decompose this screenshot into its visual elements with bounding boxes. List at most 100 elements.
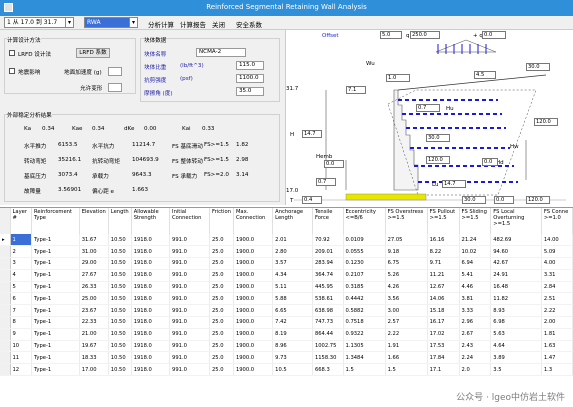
table-cell[interactable]: 1.3484 <box>343 351 386 365</box>
table-cell[interactable]: 1918.0 <box>131 328 171 341</box>
table-row[interactable]: 3 Type-1 29.00 10.50 1918.0 991.0 25.0 1900.0 3.… <box>0 257 573 270</box>
table-cell[interactable]: 25.0 <box>209 281 234 294</box>
table-row[interactable]: 7 Type-1 23.67 10.50 1918.0 991.0 25.0 1900.0 6.… <box>0 304 573 318</box>
table-cell[interactable]: 8.19 <box>272 328 313 341</box>
table-cell[interactable]: 2.43 <box>459 340 492 353</box>
table-cell[interactable]: 3.00 <box>385 304 428 318</box>
table-cell[interactable]: 2.51 <box>541 292 573 306</box>
ground-accel-input[interactable] <box>108 67 122 76</box>
table-row[interactable]: 8 Type-1 22.33 10.50 1918.0 991.0 25.0 1900.0 7.… <box>0 316 573 329</box>
table-cell[interactable]: 25.0 <box>209 245 234 259</box>
table-cell[interactable]: 2.0 <box>459 363 492 377</box>
hd2-input[interactable]: 14.7 <box>442 180 466 188</box>
table-cell[interactable]: 8.93 <box>490 304 542 318</box>
table-cell[interactable]: 10.50 <box>108 257 132 270</box>
table-cell[interactable]: 12.67 <box>427 281 460 294</box>
table-cell[interactable]: Type-1 <box>31 257 80 270</box>
column-header[interactable]: Elevation <box>79 208 109 234</box>
table-cell[interactable]: 14.00 <box>541 234 573 247</box>
table-cell[interactable]: Type-1 <box>31 234 80 247</box>
table-cell[interactable]: 991.0 <box>169 363 210 377</box>
lrfd-checkbox[interactable] <box>9 50 15 56</box>
table-cell[interactable]: 991.0 <box>169 292 210 306</box>
table-cell[interactable]: 2.84 <box>541 281 573 294</box>
table-cell[interactable]: 5.88 <box>272 292 313 306</box>
table-cell[interactable]: 5.41 <box>459 269 492 282</box>
table-cell[interactable]: 6.94 <box>459 257 492 270</box>
table-cell[interactable]: 445.95 <box>312 281 344 294</box>
table-cell[interactable]: 17.53 <box>427 340 460 353</box>
table-cell[interactable]: 16.16 <box>427 234 460 247</box>
table-cell[interactable]: 1900.0 <box>233 245 274 259</box>
beta-input[interactable]: 4.5 <box>474 71 496 79</box>
table-cell[interactable]: 1 <box>10 234 33 247</box>
table-cell[interactable]: 1.5 <box>385 363 428 377</box>
table-row[interactable]: 10 Type-1 19.67 10.50 1918.0 991.0 25.0 1900.0 8… <box>0 340 573 353</box>
table-cell[interactable]: 5 <box>10 281 33 294</box>
table-cell[interactable]: 3.31 <box>541 269 573 282</box>
table-cell[interactable]: 1918.0 <box>131 340 171 353</box>
table-cell[interactable]: Type-1 <box>31 304 80 318</box>
column-header[interactable]: Friction <box>209 208 234 234</box>
table-cell[interactable]: 25.0 <box>209 363 234 377</box>
table-cell[interactable]: 31.00 <box>79 245 109 259</box>
table-cell[interactable]: 991.0 <box>169 316 210 329</box>
table-cell[interactable]: 6 <box>10 292 33 306</box>
row-header[interactable] <box>0 245 11 259</box>
table-cell[interactable]: 4.26 <box>385 281 428 294</box>
table-cell[interactable]: 94.60 <box>490 245 542 259</box>
table-cell[interactable]: 8.96 <box>272 340 313 353</box>
shear-strength-input[interactable]: 1100.0 <box>236 74 264 83</box>
table-cell[interactable]: 1.66 <box>385 351 428 365</box>
cf-input[interactable]: 0.0 <box>494 196 514 204</box>
hemb-input[interactable]: 0.7 <box>316 178 336 186</box>
table-cell[interactable]: 0.1230 <box>343 257 386 270</box>
table-cell[interactable]: 25.0 <box>209 316 234 329</box>
w-input[interactable]: 7.1 <box>346 86 366 94</box>
column-header[interactable]: FS Conne >=1.0 <box>541 208 573 234</box>
h-input[interactable]: 14.7 <box>302 130 322 138</box>
table-cell[interactable]: 16.17 <box>427 316 460 329</box>
table-cell[interactable]: 1002.75 <box>312 340 344 353</box>
table-cell[interactable]: 4.34 <box>272 269 313 282</box>
table-cell[interactable]: Type-1 <box>31 328 80 341</box>
table-cell[interactable]: 10.50 <box>108 340 132 353</box>
table-cell[interactable]: 25.0 <box>209 351 234 365</box>
table-cell[interactable]: 17.00 <box>79 363 109 377</box>
table-cell[interactable]: 17.1 <box>427 363 460 377</box>
table-cell[interactable]: 3.57 <box>272 257 313 270</box>
table-cell[interactable]: 4.46 <box>459 281 492 294</box>
table-cell[interactable]: 25.0 <box>209 340 234 353</box>
table-cell[interactable]: 8.22 <box>427 245 460 259</box>
table-cell[interactable]: 482.69 <box>490 234 542 247</box>
table-cell[interactable]: 29.00 <box>79 257 109 270</box>
table-cell[interactable]: 10.5 <box>272 363 313 377</box>
table-row[interactable]: 2 Type-1 31.00 10.50 1918.0 991.0 25.0 1900.0 2.… <box>0 245 573 259</box>
table-cell[interactable]: 991.0 <box>169 245 210 259</box>
table-cell[interactable]: 2.24 <box>459 351 492 365</box>
column-header[interactable]: Max. Connection <box>233 208 274 234</box>
table-cell[interactable]: 7.42 <box>272 316 313 329</box>
table-cell[interactable]: 1900.0 <box>233 257 274 270</box>
row-header[interactable] <box>0 340 11 353</box>
table-row[interactable]: 5 Type-1 26.33 10.50 1918.0 991.0 25.0 1900.0 5.… <box>0 281 573 294</box>
table-cell[interactable]: 25.0 <box>209 234 234 247</box>
table-cell[interactable]: 7 <box>10 304 33 318</box>
gamma-f-input[interactable]: 120.0 <box>526 196 550 204</box>
column-header[interactable]: Allowable Strength <box>131 208 171 234</box>
table-row[interactable]: 6 Type-1 25.00 10.50 1918.0 991.0 25.0 1900.0 5.… <box>0 292 573 306</box>
column-header[interactable]: FS Sliding >=1.5 <box>459 208 492 234</box>
table-cell[interactable]: 17.02 <box>427 328 460 341</box>
table-cell[interactable]: Type-1 <box>31 292 80 306</box>
table-cell[interactable]: 9.73 <box>272 351 313 365</box>
table-cell[interactable]: 9 <box>10 328 33 341</box>
table-cell[interactable]: 25.0 <box>209 257 234 270</box>
table-cell[interactable]: 0.5882 <box>343 304 386 318</box>
emb-input[interactable]: 0.0 <box>324 160 344 168</box>
table-row[interactable]: 9 Type-1 21.00 10.50 1918.0 991.0 25.0 1900.0 8.… <box>0 328 573 341</box>
table-cell[interactable]: 16.48 <box>490 281 542 294</box>
table-cell[interactable]: 0.9322 <box>343 328 386 341</box>
gamma-r-input[interactable]: 120.0 <box>534 118 558 126</box>
table-cell[interactable]: 2.67 <box>459 328 492 341</box>
method-combo[interactable]: RWA <box>84 17 130 28</box>
